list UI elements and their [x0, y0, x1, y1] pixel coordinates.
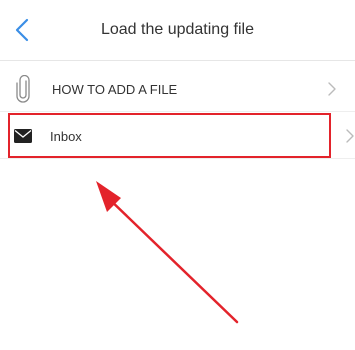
chevron-right-icon [328, 82, 336, 96]
list-item-label: Inbox [50, 128, 82, 144]
list-item-inbox[interactable]: Inbox [0, 114, 355, 159]
chevron-right-icon [346, 129, 354, 143]
envelope-icon [8, 114, 38, 158]
page-title: Load the updating file [100, 21, 254, 38]
screen: Load the updating file HOW TO ADD A FILE… [0, 0, 355, 350]
back-button[interactable] [6, 14, 38, 46]
list-item-how-to-add-file[interactable]: HOW TO ADD A FILE [0, 67, 355, 112]
paperclip-icon [8, 67, 38, 111]
list-item-label: HOW TO ADD A FILE [52, 81, 178, 97]
header-bar: Load the updating file [0, 0, 355, 61]
chevron-left-icon [15, 18, 29, 42]
